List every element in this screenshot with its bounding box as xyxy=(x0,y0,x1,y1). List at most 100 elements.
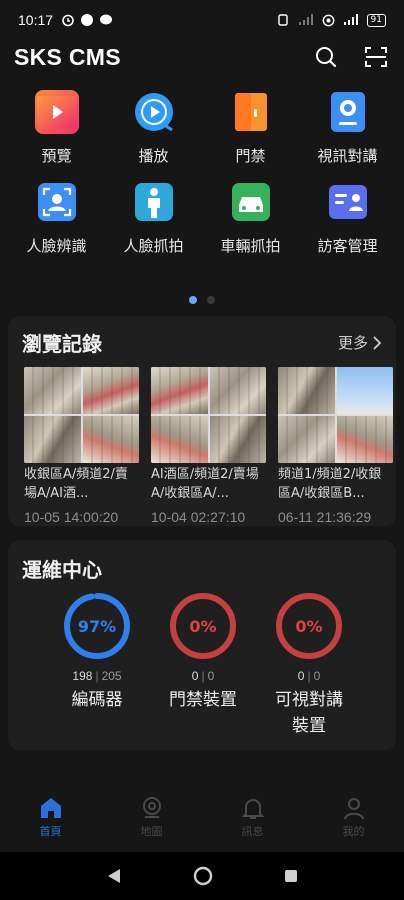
gauge-percent: 0% xyxy=(189,616,217,636)
vehicle-capture-icon xyxy=(231,183,270,221)
history-item[interactable]: 收銀區A/頻道2/賣場A/AI酒... 10-05 14:00:20 xyxy=(24,367,139,525)
page-indicator xyxy=(0,296,404,304)
menu-item-label: 人臉辨識 xyxy=(26,237,87,255)
scan-button[interactable] xyxy=(362,43,390,71)
nav-home[interactable]: 首頁 xyxy=(11,795,91,839)
search-icon xyxy=(316,47,337,68)
gauge-percent: 97% xyxy=(77,616,117,636)
home-icon xyxy=(40,798,61,818)
menu-item-video-intercom[interactable]: 視訊對講 xyxy=(302,90,394,166)
gauge-percent: 0% xyxy=(295,616,323,636)
history-item[interactable]: AI酒區/頻道2/賣場A/收銀區A/... 10-04 02:27:10 xyxy=(151,367,266,525)
count-separator: | xyxy=(95,669,99,683)
ops-center-card: 運維中心 97% 198 | 205 編碼器 0% 0 | 0 門禁裝置 0% … xyxy=(8,540,396,750)
menu-item-label: 門禁 xyxy=(235,147,266,165)
total-count: 0 xyxy=(207,669,215,683)
history-item-time: 06-11 21:36:29 xyxy=(278,509,372,525)
gauge-counts: 0 | 0 xyxy=(192,669,215,683)
history-title: 瀏覽記錄 xyxy=(22,332,102,356)
home-circle-icon[interactable] xyxy=(193,866,213,886)
playback-icon xyxy=(134,93,173,132)
notification-dot-icon xyxy=(81,14,94,26)
menu-item-visitor-management[interactable]: 訪客管理 xyxy=(302,180,394,256)
menu-item-label: 訪客管理 xyxy=(317,237,378,255)
history-item-name: AI酒區/頻道2/賣場A/收銀區A/... xyxy=(151,467,259,501)
nav-profile[interactable]: 我的 xyxy=(314,795,394,839)
history-item-time: 10-05 14:00:20 xyxy=(24,509,119,525)
scan-icon xyxy=(365,47,387,67)
visitor-management-icon xyxy=(328,185,367,219)
count-separator: | xyxy=(201,669,205,683)
chat-icon xyxy=(100,14,113,25)
more-label: 更多 xyxy=(337,334,368,352)
page-dot[interactable] xyxy=(207,296,215,304)
nav-label: 地圖 xyxy=(140,825,163,838)
menu-item-label: 車輛抓拍 xyxy=(220,237,281,255)
menu-item-playback[interactable]: 播放 xyxy=(108,90,200,166)
menu-item-vehicle-capture[interactable]: 車輛抓拍 xyxy=(205,180,297,256)
video-intercom-icon xyxy=(330,92,365,132)
status-time: 10:17 xyxy=(18,12,54,28)
preview-icon xyxy=(36,96,77,128)
menu-item-face-capture[interactable]: 人臉抓拍 xyxy=(108,180,200,256)
camera-thumbnail xyxy=(151,367,266,463)
vibrate-icon xyxy=(277,14,288,26)
menu-item-face-recognition[interactable]: 人臉辨識 xyxy=(11,180,103,256)
search-button[interactable] xyxy=(312,43,340,71)
total-count: 0 xyxy=(313,669,321,683)
history-item-time: 10-04 02:27:10 xyxy=(151,509,246,525)
nav-messages[interactable]: 訊息 xyxy=(213,795,293,839)
status-bar: 10:17 91 xyxy=(0,0,404,40)
gauge-label: 可視對講裝置 xyxy=(275,690,343,736)
browse-history-card: 瀏覽記錄 更多 收銀區A/頻道2/賣場A/AI酒... 10-05 14:00:… xyxy=(8,316,396,526)
menu-item-label: 視訊對講 xyxy=(317,147,378,165)
system-nav-bar xyxy=(0,852,404,900)
history-item-name: 收銀區A/頻道2/賣場A/AI酒... xyxy=(24,467,128,501)
recents-icon[interactable] xyxy=(283,868,299,884)
gauge-label: 編碼器 xyxy=(71,690,123,710)
battery-icon: 91 xyxy=(366,13,386,27)
camera-thumbnail xyxy=(24,367,139,463)
menu-item-door-access[interactable]: 門禁 xyxy=(205,90,297,166)
chevron-right-icon xyxy=(373,335,382,350)
online-count: 0 xyxy=(191,669,199,683)
gauge-counts: 0 | 0 xyxy=(298,669,321,683)
history-item-name: 頻道1/頻道2/收銀區A/收銀區B... xyxy=(278,467,382,501)
nav-label: 首頁 xyxy=(39,825,62,838)
ops-title: 運維中心 xyxy=(22,558,102,582)
total-count: 205 xyxy=(101,669,122,683)
menu-item-label: 人臉抓拍 xyxy=(123,237,184,255)
data-saver-icon xyxy=(322,14,334,26)
app-title: SKS CMS xyxy=(14,43,121,70)
back-icon[interactable] xyxy=(105,867,123,885)
gauge-video-intercom-device[interactable]: 0% 0 | 0 可視對講裝置 xyxy=(256,591,362,739)
nav-map[interactable]: 地圖 xyxy=(112,795,192,839)
gauge-counts: 198 | 205 xyxy=(72,669,121,683)
feature-grid: 預覽 播放 門禁 視訊對講 人臉辨識 人臉抓拍 車輛抓拍 訪客管理 xyxy=(0,90,404,270)
online-count: 198 xyxy=(72,669,93,683)
camera-thumbnail xyxy=(278,367,393,463)
door-access-icon xyxy=(234,93,267,131)
bell-icon xyxy=(241,799,264,819)
app-header: SKS CMS xyxy=(0,40,404,74)
menu-item-label: 播放 xyxy=(138,147,169,165)
count-separator: | xyxy=(307,669,311,683)
face-recognition-icon xyxy=(37,183,76,221)
map-pin-icon xyxy=(142,797,161,818)
more-link[interactable]: 更多 xyxy=(338,332,382,353)
online-count: 0 xyxy=(297,669,305,683)
alarm-icon xyxy=(62,14,74,27)
face-capture-icon xyxy=(134,183,173,221)
user-icon xyxy=(343,798,364,820)
gauge-door-access-device[interactable]: 0% 0 | 0 門禁裝置 xyxy=(150,591,256,739)
gauge-label: 門禁裝置 xyxy=(169,690,237,710)
gauge-encoder[interactable]: 97% 198 | 205 編碼器 xyxy=(44,591,150,739)
menu-item-label: 預覽 xyxy=(41,147,72,165)
menu-item-preview[interactable]: 預覽 xyxy=(11,90,103,166)
page-dot-active[interactable] xyxy=(189,296,197,304)
history-item[interactable]: 頻道1/頻道2/收銀區A/收銀區B... 06-11 21:36:29 xyxy=(278,367,393,525)
nav-label: 我的 xyxy=(342,825,365,838)
signal-icon xyxy=(298,14,313,25)
nav-label: 訊息 xyxy=(241,825,264,838)
bottom-nav: 首頁 地圖 訊息 我的 xyxy=(0,784,404,850)
